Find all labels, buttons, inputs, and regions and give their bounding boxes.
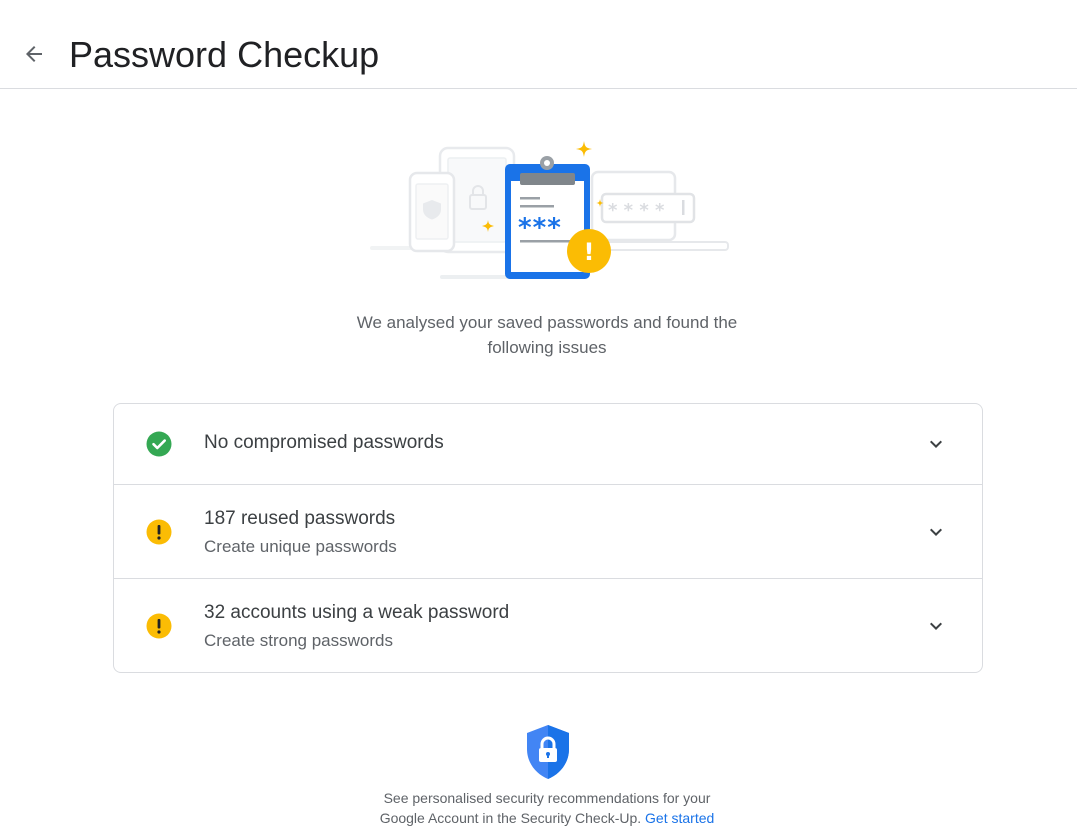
check-circle-icon	[146, 431, 172, 457]
warning-circle-icon	[146, 613, 172, 639]
footer-line-2-text: Google Account in the Security Check-Up.	[379, 810, 642, 826]
svg-text:!: !	[584, 238, 595, 266]
issues-card: No compromised passwords 187 reused pass…	[113, 403, 983, 673]
intro-text: We analysed your saved passwords and fou…	[300, 310, 794, 360]
warning-badge-icon: !	[567, 229, 611, 273]
footer-text: See personalised security recommendation…	[300, 788, 794, 828]
issue-row-compromised[interactable]: No compromised passwords	[114, 404, 982, 485]
header: Password Checkup	[0, 0, 1077, 89]
password-checkup-illustration: * * * * *** !	[370, 141, 729, 279]
password-checkup-page: Password Checkup * * * * *** ! We analys…	[0, 0, 1077, 840]
chevron-down-icon[interactable]	[924, 614, 948, 638]
issue-subtitle: Create strong passwords	[204, 631, 393, 650]
issue-title: 32 accounts using a weak password	[204, 602, 510, 623]
security-shield-icon	[527, 725, 569, 779]
warning-circle-icon	[146, 519, 172, 545]
intro-line-1: We analysed your saved passwords and fou…	[356, 313, 738, 332]
svg-text:* * * *: * * * *	[608, 200, 665, 221]
issue-title: No compromised passwords	[204, 432, 444, 453]
arrow-back-icon	[26, 46, 42, 62]
issue-row-weak[interactable]: 32 accounts using a weak password Create…	[114, 579, 982, 672]
footer-line-2: Google Account in the Security Check-Up.…	[300, 808, 794, 828]
page-title: Password Checkup	[69, 34, 380, 75]
chevron-down-icon[interactable]	[924, 520, 948, 544]
intro-line-2: following issues	[487, 338, 607, 357]
issue-title: 187 reused passwords	[204, 508, 396, 529]
issue-subtitle: Create unique passwords	[204, 537, 397, 556]
phone-icon	[408, 171, 456, 253]
issue-row-reused[interactable]: 187 reused passwords Create unique passw…	[114, 485, 982, 579]
chevron-down-icon[interactable]	[924, 432, 948, 456]
back-button[interactable]	[14, 34, 54, 74]
svg-text:***: ***	[518, 213, 562, 243]
get-started-link[interactable]: Get started	[645, 810, 714, 826]
footer-line-1: See personalised security recommendation…	[383, 790, 711, 806]
